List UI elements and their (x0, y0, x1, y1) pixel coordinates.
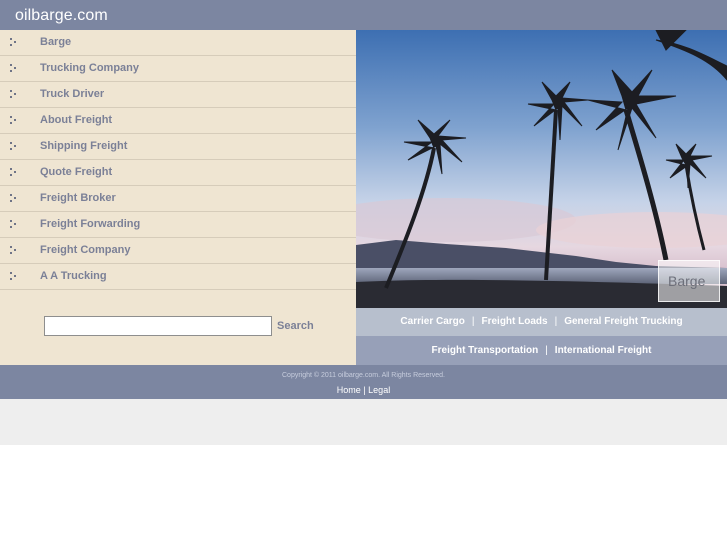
bullet-icon (10, 38, 19, 47)
site-title[interactable]: oilbarge.com (15, 7, 108, 25)
bullet-icon (10, 116, 19, 125)
sidebar-item-label: Shipping Freight (40, 140, 128, 152)
link-separator: | (554, 316, 558, 327)
sidebar-item-barge[interactable]: Barge (0, 30, 356, 56)
bottom-band (0, 399, 727, 445)
site-footer: Copyright © 2011 oilbarge.com. All Right… (0, 365, 727, 399)
sidebar-item-freight-forwarding[interactable]: Freight Forwarding (0, 212, 356, 238)
site-header: oilbarge.com (0, 0, 727, 30)
links-row-primary: Carrier Cargo | Freight Loads | General Frei… (356, 308, 727, 336)
sidebar-item-a-a-trucking[interactable]: A A Trucking (0, 264, 356, 290)
sidebar-item-label: Freight Broker (40, 192, 116, 204)
sidebar-item-label: A A Trucking (40, 270, 107, 282)
links-row-secondary: Freight Transportation | International Fre… (356, 336, 727, 365)
hero-badge: Barge (658, 260, 720, 302)
sidebar-item-quote-freight[interactable]: Quote Freight (0, 160, 356, 186)
bullet-icon (10, 90, 19, 99)
sidebar-item-label: Barge (40, 36, 72, 48)
sidebar-item-label: Freight Forwarding (40, 218, 141, 230)
search-input[interactable] (44, 316, 272, 336)
sidebar-item-label: About Freight (40, 114, 113, 126)
link-separator: | (471, 316, 475, 327)
sidebar-item-about-freight[interactable]: About Freight (0, 108, 356, 134)
sidebar-item-label: Quote Freight (40, 166, 113, 178)
bullet-icon (10, 220, 19, 229)
bullet-icon (10, 272, 19, 281)
sidebar-item-label: Trucking Company (40, 62, 140, 74)
search-area: Search (0, 290, 356, 365)
sidebar-item-freight-company[interactable]: Freight Company (0, 238, 356, 264)
sidebar-nav: Barge Trucking Company Truck Driver Abou… (0, 30, 356, 290)
sidebar-item-label: Truck Driver (40, 88, 105, 100)
link-general-freight-trucking[interactable]: General Freight Trucking (564, 316, 682, 327)
hero-badge-label: Barge (668, 273, 706, 289)
link-separator: | (545, 345, 548, 356)
bullet-icon (10, 194, 19, 203)
sidebar-item-shipping-freight[interactable]: Shipping Freight (0, 134, 356, 160)
bullet-icon (10, 168, 19, 177)
footer-links: Home | Legal (0, 385, 727, 395)
footer-home-link[interactable]: Home (337, 385, 361, 395)
search-button[interactable]: Search (277, 320, 314, 332)
sidebar-item-truck-driver[interactable]: Truck Driver (0, 82, 356, 108)
footer-legal-link[interactable]: Legal (368, 385, 390, 395)
sidebar-item-freight-broker[interactable]: Freight Broker (0, 186, 356, 212)
copyright-text: Copyright © 2011 oilbarge.com. All Right… (282, 372, 445, 379)
link-freight-transportation[interactable]: Freight Transportation (432, 345, 539, 356)
link-freight-loads[interactable]: Freight Loads (481, 316, 547, 327)
hero-image: Barge (356, 30, 727, 308)
sidebar-item-trucking-company[interactable]: Trucking Company (0, 56, 356, 82)
sidebar-item-label: Freight Company (40, 244, 131, 256)
sidebar: Barge Trucking Company Truck Driver Abou… (0, 30, 356, 365)
bullet-icon (10, 64, 19, 73)
link-international-freight[interactable]: International Freight (555, 345, 652, 356)
bullet-icon (10, 142, 19, 151)
bullet-icon (10, 246, 19, 255)
link-carrier-cargo[interactable]: Carrier Cargo (400, 316, 464, 327)
footer-separator: | (363, 385, 366, 395)
